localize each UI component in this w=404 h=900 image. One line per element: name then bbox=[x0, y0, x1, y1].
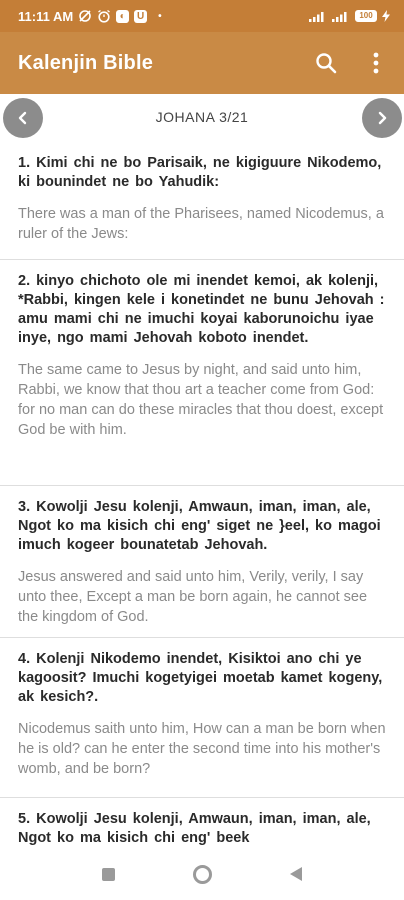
verse-english-text: Jesus answered and said unto him, Verily… bbox=[18, 569, 368, 625]
app-bar: Kalenjin Bible bbox=[0, 32, 404, 94]
alarm-icon bbox=[97, 9, 111, 23]
data-saver-icon bbox=[78, 9, 92, 23]
next-chapter-button[interactable] bbox=[362, 98, 402, 138]
app-title: Kalenjin Bible bbox=[18, 51, 154, 74]
back-icon bbox=[290, 867, 302, 881]
recents-icon bbox=[101, 867, 115, 881]
status-time: 11:11 AM bbox=[18, 8, 74, 24]
app-notification-icon: ◐ bbox=[116, 9, 130, 23]
verse-item[interactable]: 5. Kowolji Jesu kolenji, Amwaun, iman, i… bbox=[0, 798, 404, 848]
app-actions bbox=[312, 49, 390, 77]
verse-english-text: There was a man of the Pharisees, named … bbox=[18, 206, 384, 242]
verse-kalenjin-text: 2. kinyo chichoto ole mi inendet kemoi, … bbox=[18, 273, 385, 346]
verse-kalenjin-text: 1. Kimi chi ne bo Parisaik, ne kigiguure… bbox=[18, 155, 382, 190]
chapter-reference: JOHANA 3/21 bbox=[155, 109, 249, 125]
verse-kalenjin-text: 4. Kolenji Nikodemo inendet, Kisiktoi an… bbox=[18, 651, 383, 705]
previous-chapter-button[interactable] bbox=[3, 98, 43, 138]
home-icon bbox=[192, 864, 212, 884]
system-nav-bar bbox=[0, 848, 404, 900]
verse-item[interactable]: 1. Kimi chi ne bo Parisaik, ne kigiguure… bbox=[0, 140, 404, 260]
verse-english-text: The same came to Jesus by night, and sai… bbox=[18, 362, 384, 438]
back-button[interactable] bbox=[284, 862, 308, 886]
verse-item[interactable]: 3. Kowolji Jesu kolenji, Amwaun, iman, i… bbox=[0, 486, 404, 638]
app-notification-u-icon: U bbox=[134, 9, 148, 23]
search-icon bbox=[316, 53, 337, 74]
notification-dot-icon: • bbox=[158, 10, 162, 22]
verse-item[interactable]: 4. Kolenji Nikodemo inendet, Kisiktoi an… bbox=[0, 638, 404, 798]
search-button[interactable] bbox=[312, 49, 340, 77]
verse-item[interactable]: 2. kinyo chichoto ole mi inendet kemoi, … bbox=[0, 260, 404, 486]
recents-button[interactable] bbox=[96, 862, 120, 886]
status-left: 11:11 AM ◐ U • bbox=[18, 9, 162, 24]
signal-icon-1 bbox=[309, 10, 327, 22]
battery-icon: 100 bbox=[355, 10, 377, 22]
verse-kalenjin-text: 3. Kowolji Jesu kolenji, Amwaun, iman, i… bbox=[18, 499, 381, 553]
verse-english-text: Nicodemus saith unto him, How can a man … bbox=[18, 721, 386, 777]
home-button[interactable] bbox=[190, 862, 214, 886]
signal-icon-2 bbox=[332, 10, 350, 22]
verse-list[interactable]: 1. Kimi chi ne bo Parisaik, ne kigiguure… bbox=[0, 140, 404, 848]
more-vertical-icon bbox=[373, 52, 379, 74]
chapter-nav: JOHANA 3/21 bbox=[0, 94, 404, 140]
overflow-menu-button[interactable] bbox=[362, 49, 390, 77]
chevron-left-icon bbox=[18, 111, 27, 125]
charging-icon bbox=[382, 10, 390, 22]
status-bar: 11:11 AM ◐ U • 100 bbox=[0, 0, 404, 32]
verse-kalenjin-text: 5. Kowolji Jesu kolenji, Amwaun, iman, i… bbox=[18, 811, 371, 846]
chevron-right-icon bbox=[378, 111, 387, 125]
status-right: 100 bbox=[309, 10, 390, 22]
